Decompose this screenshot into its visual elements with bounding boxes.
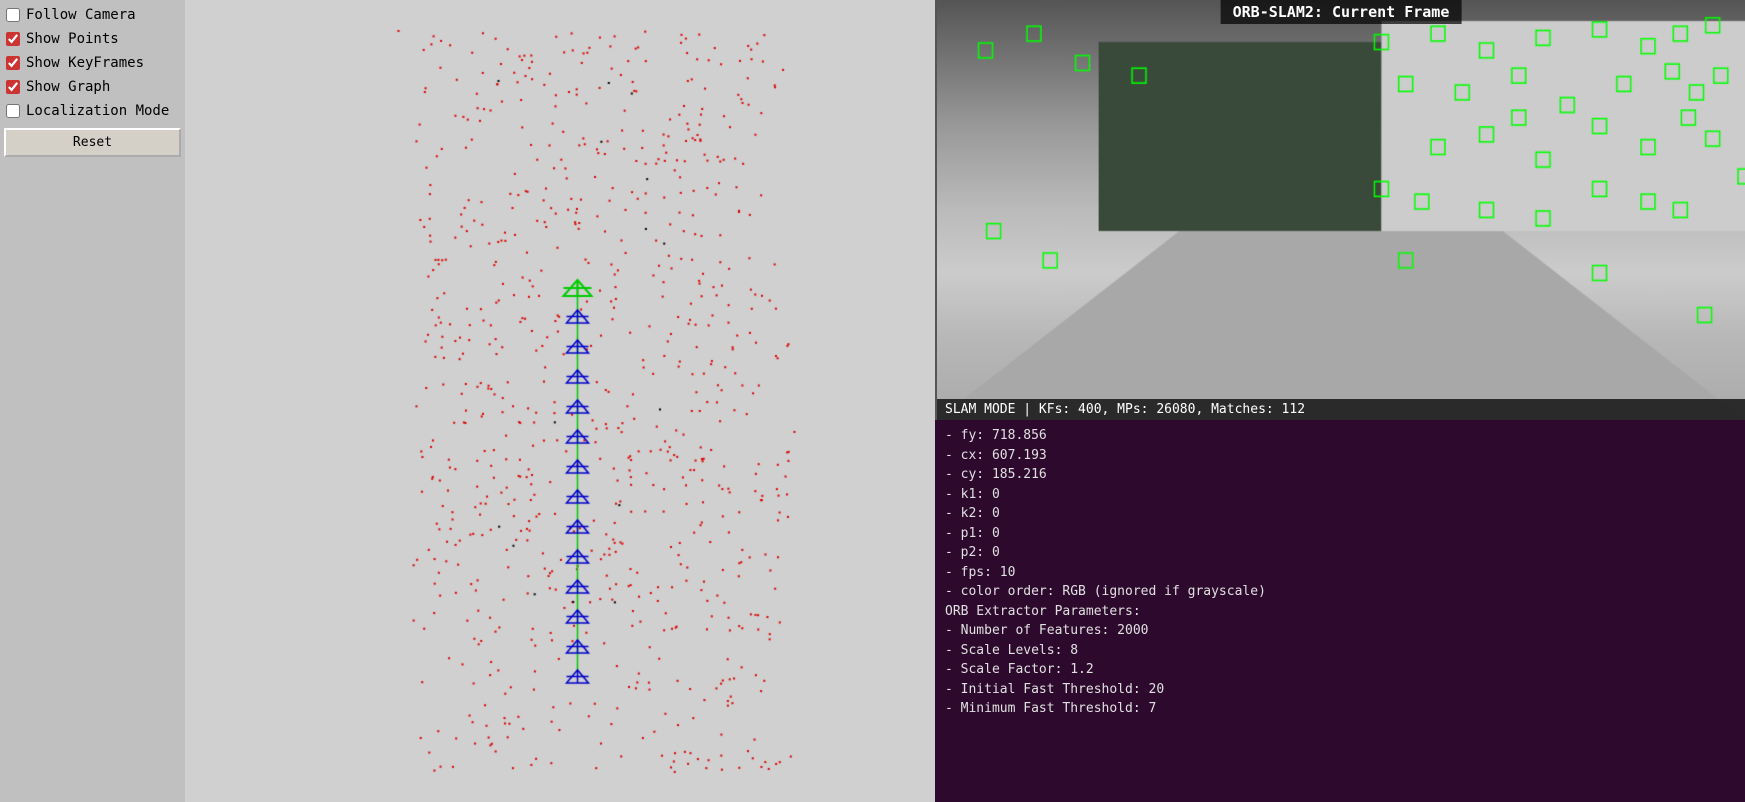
terminal-line: - Scale Factor: 1.2 [945, 660, 1735, 680]
show-keyframes-row: Show KeyFrames [4, 52, 181, 74]
show-graph-row: Show Graph [4, 76, 181, 98]
right-panel: ORB-SLAM2: Current Frame SLAM MODE | KFs… [935, 0, 1745, 802]
sidebar: Follow Camera Show Points Show KeyFrames… [0, 0, 185, 802]
terminal-line: - Scale Levels: 8 [945, 641, 1735, 661]
terminal-line: - Minimum Fast Threshold: 7 [945, 699, 1735, 719]
terminal-line: - p2: 0 [945, 543, 1735, 563]
terminal-line: - Initial Fast Threshold: 20 [945, 680, 1735, 700]
current-frame-panel: ORB-SLAM2: Current Frame SLAM MODE | KFs… [935, 0, 1745, 420]
terminal-panel: - fy: 718.856- cx: 607.193- cy: 185.216-… [935, 420, 1745, 802]
localization-mode-row: Localization Mode [4, 100, 181, 122]
current-frame-title: ORB-SLAM2: Current Frame [1221, 0, 1462, 24]
localization-mode-label: Localization Mode [26, 103, 169, 119]
terminal-line: - Number of Features: 2000 [945, 621, 1735, 641]
terminal-line: - color order: RGB (ignored if grayscale… [945, 582, 1735, 602]
terminal-line: ORB Extractor Parameters: [945, 602, 1735, 622]
terminal-line: - fps: 10 [945, 563, 1735, 583]
slam-status-bar: SLAM MODE | KFs: 400, MPs: 26080, Matche… [937, 399, 1745, 420]
reset-button[interactable]: Reset [4, 128, 181, 157]
show-points-label: Show Points [26, 31, 119, 47]
show-graph-checkbox[interactable] [6, 80, 20, 94]
show-keyframes-checkbox[interactable] [6, 56, 20, 70]
follow-camera-row: Follow Camera [4, 4, 181, 26]
main-layout: Follow Camera Show Points Show KeyFrames… [0, 0, 1745, 802]
frame-canvas [937, 0, 1745, 420]
terminal-line: - fy: 718.856 [945, 426, 1735, 446]
follow-camera-checkbox[interactable] [6, 8, 20, 22]
terminal-line: - k2: 0 [945, 504, 1735, 524]
frame-image [937, 0, 1745, 420]
terminal-line: - k1: 0 [945, 485, 1735, 505]
localization-mode-checkbox[interactable] [6, 104, 20, 118]
show-points-checkbox[interactable] [6, 32, 20, 46]
show-graph-label: Show Graph [26, 79, 110, 95]
terminal-line: - cx: 607.193 [945, 446, 1735, 466]
show-points-row: Show Points [4, 28, 181, 50]
follow-camera-label: Follow Camera [26, 7, 136, 23]
terminal-line: - cy: 185.216 [945, 465, 1735, 485]
map-viewer [185, 0, 935, 802]
map-canvas [185, 0, 935, 802]
show-keyframes-label: Show KeyFrames [26, 55, 144, 71]
terminal-line: - p1: 0 [945, 524, 1735, 544]
